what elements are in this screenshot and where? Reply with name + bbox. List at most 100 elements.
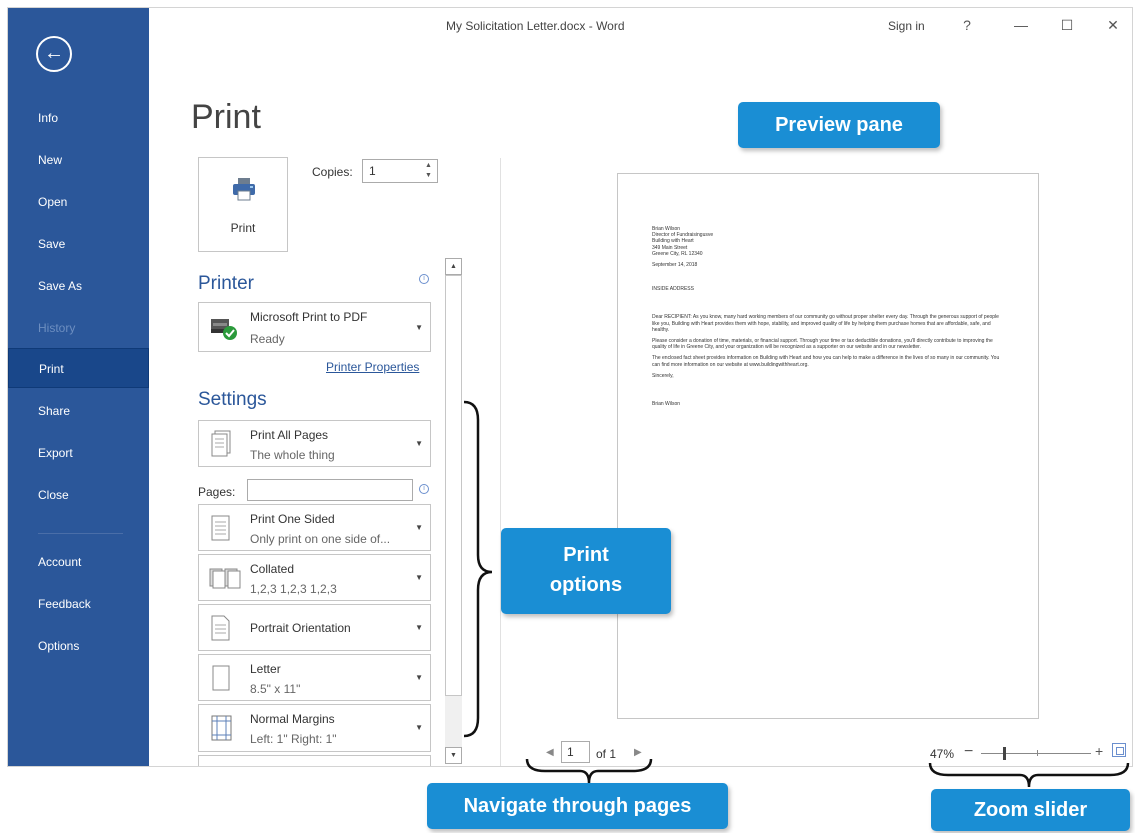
chevron-down-icon: ▼	[415, 723, 423, 732]
preview-pane-callout: Preview pane	[738, 102, 940, 148]
print-options-brace	[463, 400, 493, 738]
collate-main: Collated	[250, 562, 295, 576]
collated-icon	[209, 568, 241, 589]
printer-dropdown[interactable]: Microsoft Print to PDF Ready ▼	[198, 302, 431, 352]
scroll-up-icon[interactable]: ▲	[445, 258, 462, 275]
sidebar-item-history: History	[38, 321, 76, 335]
sidebar-item-close[interactable]: Close	[8, 475, 149, 515]
sidebar-item-share[interactable]: Share	[8, 391, 149, 431]
sender-line: Greene City, RL 12340	[652, 250, 703, 257]
window-title: My Solicitation Letter.docx - Word	[446, 19, 625, 33]
sign-in-link[interactable]: Sign in	[888, 19, 925, 33]
settings-heading: Settings	[198, 389, 267, 410]
next-setting-dropdown[interactable]	[198, 755, 431, 766]
zoom-slider-thumb[interactable]	[1003, 747, 1006, 760]
margins-main: Normal Margins	[250, 712, 335, 726]
collate-sub: 1,2,3 1,2,3 1,2,3	[250, 582, 337, 596]
print-button[interactable]: Print	[198, 157, 288, 252]
scroll-thumb[interactable]	[445, 275, 462, 696]
zoom-slider-tick	[1037, 750, 1038, 756]
sidebar-item-account[interactable]: Account	[8, 542, 149, 582]
document-paragraph: Please consider a donation of time, mate…	[652, 338, 993, 351]
sidebar-item-new[interactable]: New	[8, 140, 149, 180]
printer-heading: Printer	[198, 273, 254, 294]
navigate-callout: Navigate through pages	[427, 783, 728, 829]
sidebar-item-print[interactable]: Print	[8, 348, 149, 388]
zoom-in-icon[interactable]: +	[1095, 743, 1103, 759]
preview-page[interactable]: Brian Wilson Director of Fundraisingusve…	[617, 173, 1039, 719]
sides-sub: Only print on one side of...	[250, 532, 391, 546]
maximize-icon[interactable]: ☐	[1052, 14, 1082, 36]
margins-sub: Left: 1" Right: 1"	[250, 732, 337, 746]
sides-dropdown[interactable]: Print One Sided Only print on one side o…	[198, 504, 431, 551]
word-window: ← Info New Open Save Save As History Pri…	[7, 7, 1133, 767]
print-options-callout: Print options	[501, 528, 671, 614]
copies-label: Copies:	[312, 165, 353, 179]
print-options-callout-line: options	[549, 574, 623, 596]
sidebar-item-options[interactable]: Options	[8, 626, 149, 666]
settings-scrollbar[interactable]: ▲ ▼	[445, 258, 462, 764]
document-date: September 14, 2018	[652, 262, 698, 269]
printer-status-icon	[211, 319, 237, 340]
chevron-down-icon: ▼	[415, 623, 423, 632]
paper-size-dropdown[interactable]: Letter 8.5" x 11" ▼	[198, 654, 431, 701]
paper-size-sub: 8.5" x 11"	[250, 682, 301, 696]
print-pages-sub: The whole thing	[250, 448, 335, 462]
info-icon[interactable]: i	[419, 484, 429, 494]
minimize-icon[interactable]: —	[1006, 14, 1036, 36]
pages-input[interactable]	[247, 479, 413, 501]
margins-icon	[211, 715, 232, 741]
print-pages-dropdown[interactable]: Print All Pages The whole thing ▼	[198, 420, 431, 467]
pages-icon	[211, 430, 231, 457]
printer-properties-link[interactable]: Printer Properties	[326, 360, 419, 374]
zoom-out-icon[interactable]: −	[964, 743, 973, 761]
back-arrow-icon[interactable]: ←	[36, 36, 72, 72]
document-content: Brian Wilson Director of Fundraisingusve…	[652, 226, 1006, 407]
print-options-callout-line: Print	[563, 544, 609, 566]
copies-spinner[interactable]: ▲ ▼	[425, 161, 435, 181]
chevron-down-icon: ▼	[415, 323, 423, 332]
sidebar-item-export[interactable]: Export	[8, 433, 149, 473]
close-icon[interactable]: ✕	[1098, 14, 1128, 36]
zoom-to-page-icon[interactable]	[1112, 743, 1126, 757]
zoom-slider-callout: Zoom slider	[931, 789, 1130, 831]
sidebar-item-open[interactable]: Open	[8, 182, 149, 222]
pages-label: Pages:	[198, 485, 236, 499]
document-paragraph: The enclosed fact sheet provides informa…	[652, 355, 1000, 368]
sidebar-item-save-as[interactable]: Save As	[8, 266, 149, 306]
paper-size-main: Letter	[250, 662, 281, 676]
orientation-dropdown[interactable]: Portrait Orientation ▼	[198, 604, 431, 651]
info-icon[interactable]: i	[419, 274, 429, 284]
printer-name: Microsoft Print to PDF	[250, 310, 368, 324]
sidebar-item-save[interactable]: Save	[8, 224, 149, 264]
sidebar-item-info[interactable]: Info	[8, 98, 149, 138]
sides-main: Print One Sided	[250, 512, 335, 526]
print-pages-main: Print All Pages	[250, 428, 329, 442]
help-icon[interactable]: ?	[952, 14, 982, 36]
printer-icon	[233, 178, 255, 201]
zoom-slider-track[interactable]	[981, 753, 1091, 754]
document-closing: Sincerely,	[652, 372, 674, 379]
document-paragraph: Dear RECIPIENT: As you know, many hard w…	[652, 314, 999, 333]
collate-dropdown[interactable]: Collated 1,2,3 1,2,3 1,2,3 ▼	[198, 554, 431, 601]
orientation-main: Portrait Orientation	[250, 621, 351, 635]
zoom-brace	[928, 762, 1130, 788]
sender-block: Brian Wilson Director of Fundraisingusve…	[652, 226, 1006, 257]
printer-status: Ready	[250, 332, 285, 346]
portrait-icon	[211, 615, 230, 641]
paper-icon	[212, 665, 230, 691]
print-button-label: Print	[230, 221, 256, 235]
one-sided-icon	[211, 515, 230, 541]
page-title: Print	[191, 98, 261, 136]
inside-address: INSIDE ADDRESS	[652, 286, 694, 293]
backstage-sidebar: ← Info New Open Save Save As History Pri…	[8, 8, 149, 766]
chevron-down-icon: ▼	[415, 573, 423, 582]
zoom-percent[interactable]: 47%	[930, 747, 954, 761]
chevron-down-icon: ▼	[415, 673, 423, 682]
document-signature: Brian Wilson	[652, 401, 681, 408]
scroll-down-icon[interactable]: ▼	[445, 747, 462, 764]
sidebar-divider	[38, 533, 123, 534]
chevron-down-icon: ▼	[415, 439, 423, 448]
margins-dropdown[interactable]: Normal Margins Left: 1" Right: 1" ▼	[198, 704, 431, 752]
sidebar-item-feedback[interactable]: Feedback	[8, 584, 149, 624]
